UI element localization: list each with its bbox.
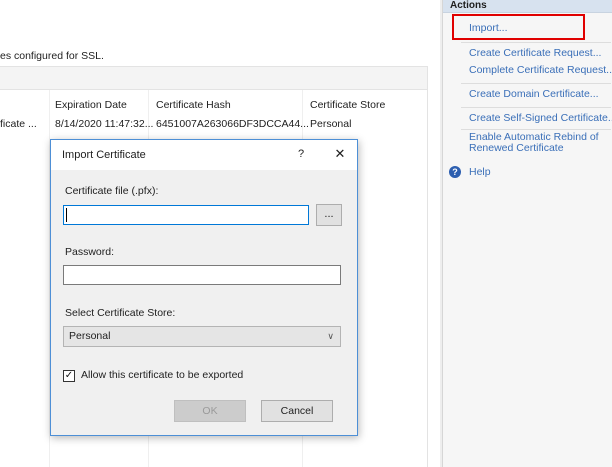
certificate-store-select[interactable]: Personal ∨ [63, 326, 341, 347]
password-label: Password: [65, 246, 115, 258]
dialog-body: Certificate file (.pfx): ... Password: S… [51, 170, 357, 435]
action-create-self-signed-certificate[interactable]: Create Self-Signed Certificate... [469, 112, 612, 124]
export-checkbox-label[interactable]: Allow this certificate to be exported [81, 369, 243, 381]
import-certificate-dialog: Import Certificate ? ✕ Certificate file … [50, 139, 358, 436]
dialog-help-button[interactable]: ? [292, 144, 310, 164]
actions-header: Actions [443, 0, 612, 13]
checkmark-icon: ✓ [64, 370, 74, 381]
action-separator [461, 129, 611, 130]
grid-toolbar-band [0, 66, 428, 90]
action-separator [461, 83, 611, 84]
export-checkbox[interactable]: ✓ [63, 370, 75, 382]
cancel-button[interactable]: Cancel [261, 400, 333, 422]
cell-certificate-hash: 6451007A263066DF3DCCA44... [156, 118, 309, 130]
column-header-certificate-hash[interactable]: Certificate Hash [156, 99, 231, 111]
actions-title: Actions [450, 0, 487, 11]
action-create-certificate-request[interactable]: Create Certificate Request... [469, 47, 601, 59]
cell-certificate-store: Personal [310, 118, 352, 130]
dialog-close-button[interactable]: ✕ [329, 144, 351, 164]
cert-file-input[interactable] [63, 205, 309, 225]
column-header-expiration-date[interactable]: Expiration Date [55, 99, 127, 111]
action-complete-certificate-request[interactable]: Complete Certificate Request... [469, 64, 612, 76]
action-enable-automatic-rebind[interactable]: Enable Automatic Rebind of Renewed Certi… [469, 132, 609, 154]
ok-button[interactable]: OK [174, 400, 246, 422]
store-selected-value: Personal [69, 330, 111, 342]
column-header-certificate-store[interactable]: Certificate Store [310, 99, 385, 111]
grid-border [427, 66, 428, 467]
action-import[interactable]: Import... [469, 22, 508, 34]
dialog-title: Import Certificate [62, 149, 146, 161]
feature-description: es configured for SSL. [0, 50, 104, 62]
cert-file-label: Certificate file (.pfx): [65, 185, 159, 197]
chevron-down-icon: ∨ [327, 331, 334, 341]
action-create-domain-certificate[interactable]: Create Domain Certificate... [469, 88, 599, 100]
store-label: Select Certificate Store: [65, 307, 176, 319]
browse-button[interactable]: ... [316, 204, 342, 226]
action-help[interactable]: Help [469, 166, 491, 178]
cell-expiration-date: 8/14/2020 11:47:32... [55, 118, 154, 130]
text-caret [66, 208, 67, 222]
password-input[interactable] [63, 265, 341, 285]
action-separator [461, 107, 611, 108]
help-icon[interactable]: ? [449, 166, 461, 178]
actions-pane: Actions Import... Create Certificate Req… [442, 0, 612, 467]
cell-name: ficate ... [0, 118, 37, 130]
action-separator [461, 42, 611, 43]
